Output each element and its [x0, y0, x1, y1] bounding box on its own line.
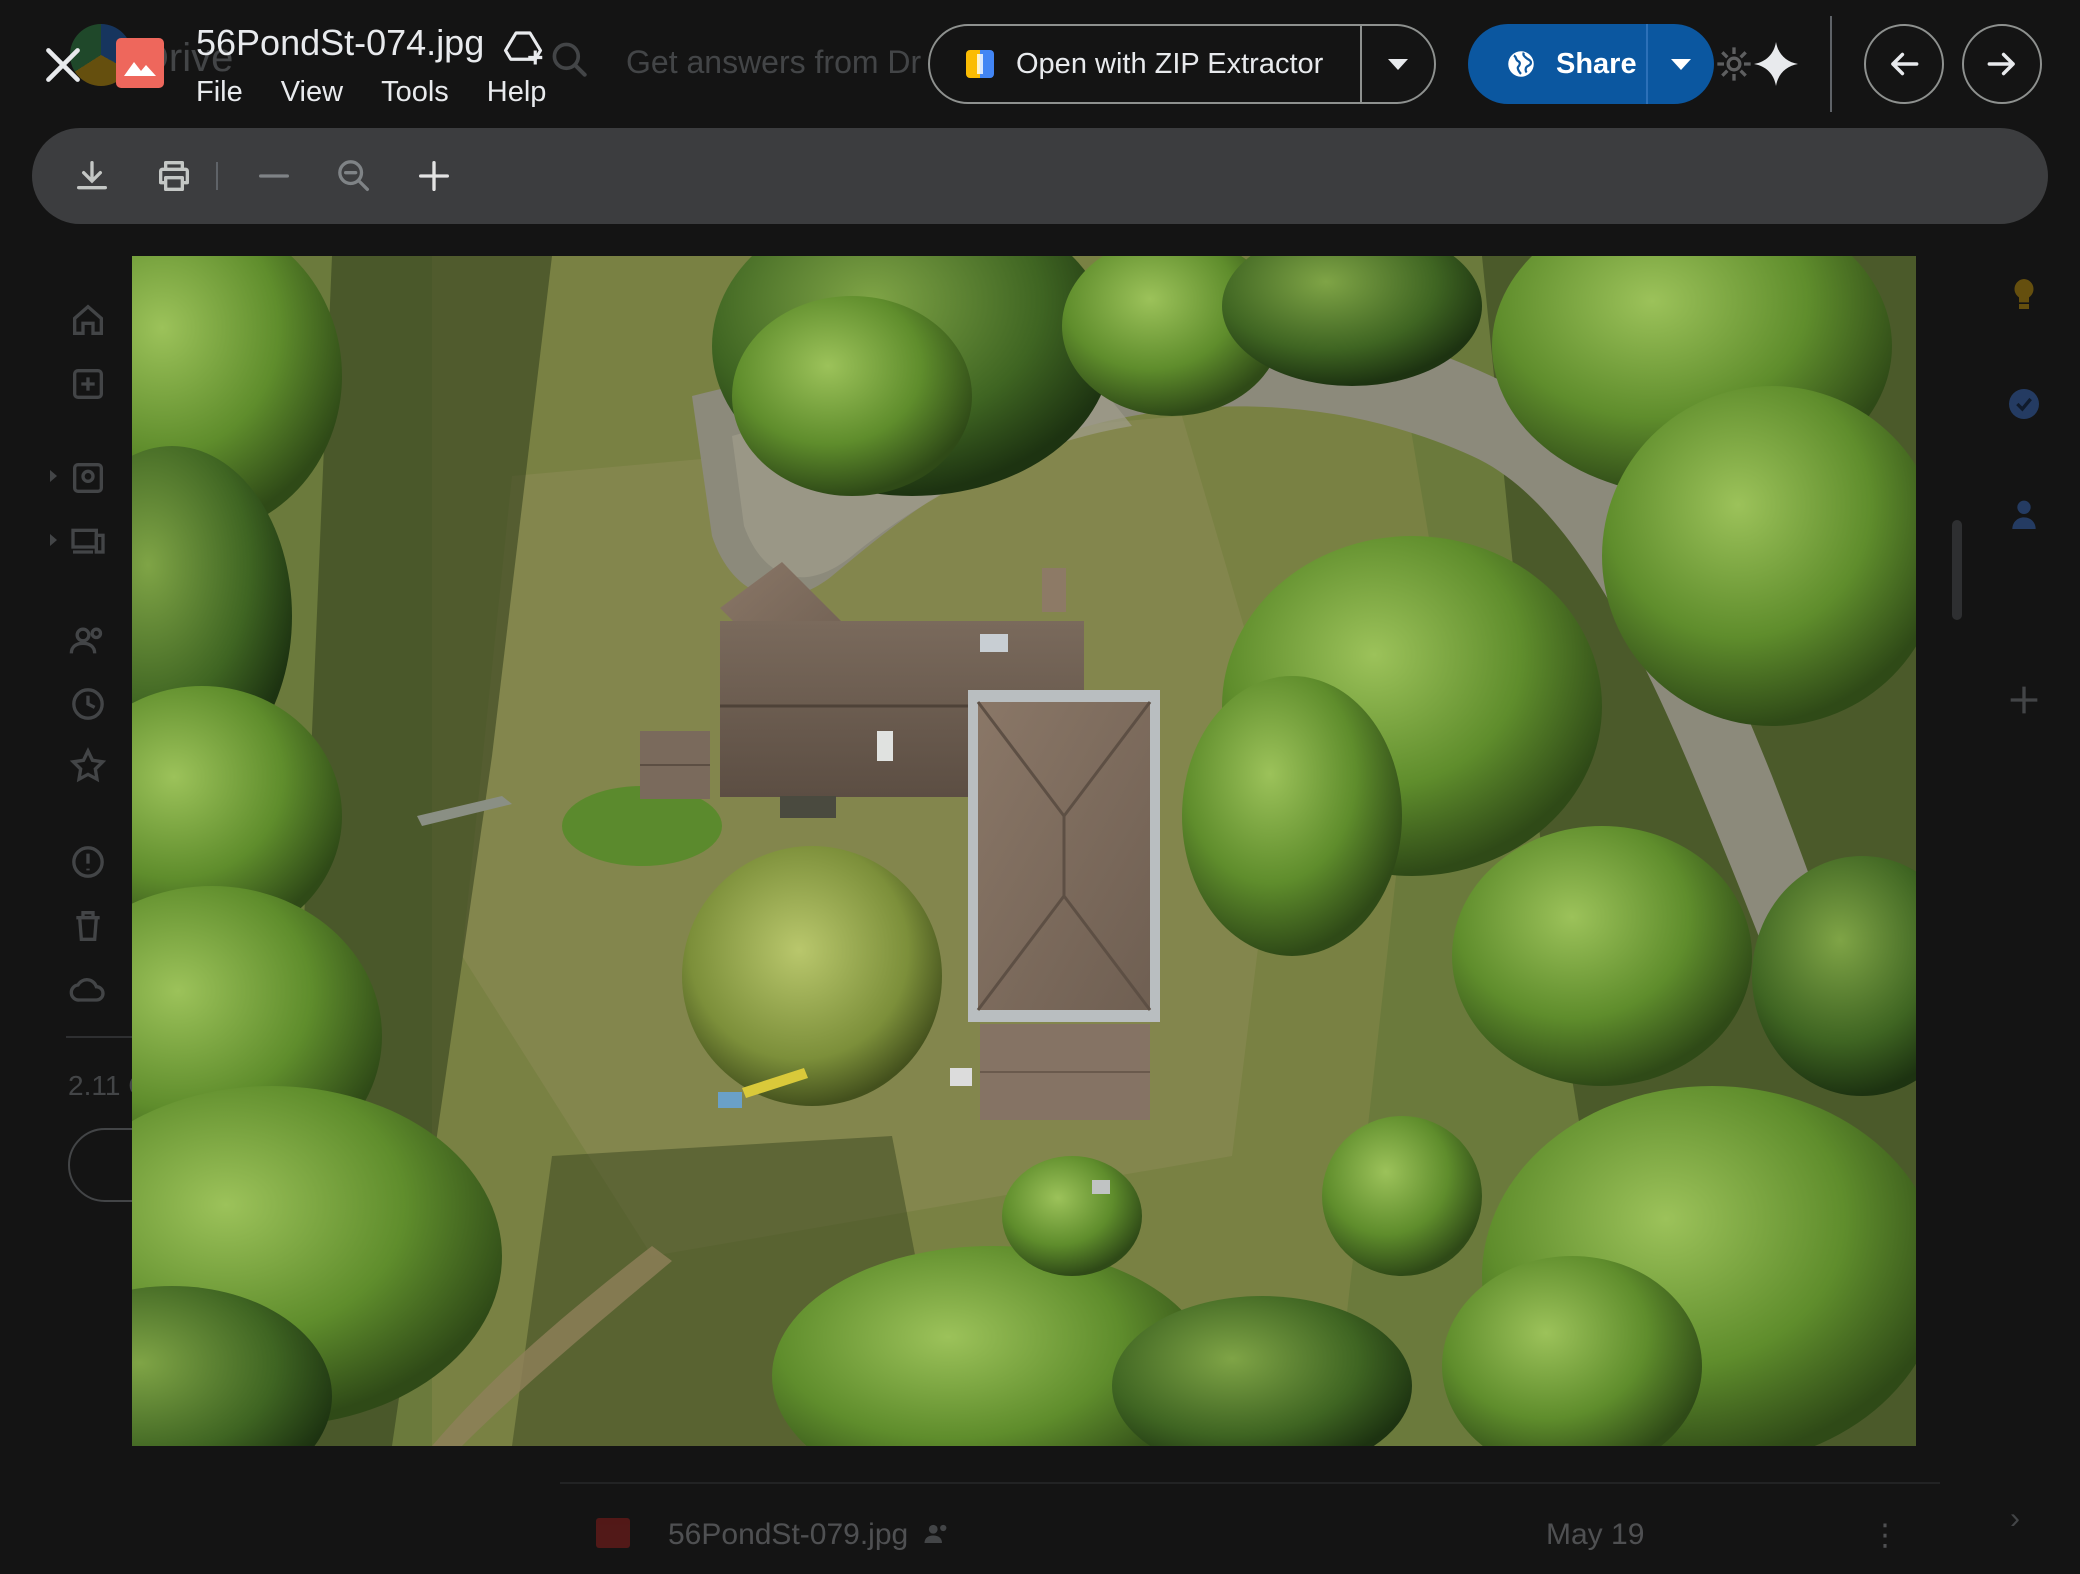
file-row-name: 56PondSt-079.jpg [668, 1518, 909, 1551]
shared-people-icon [920, 1518, 954, 1548]
arrow-left-icon [1891, 52, 1919, 76]
search-placeholder: Get answers from Dr [626, 44, 922, 80]
print-button[interactable] [148, 150, 200, 202]
zoom-reset-button[interactable] [328, 150, 380, 202]
minus-icon [259, 174, 289, 178]
caret-down-icon [1671, 58, 1691, 70]
computers-icon [68, 522, 108, 562]
my-drive-icon [68, 458, 108, 498]
menu-tools[interactable]: Tools [381, 76, 449, 109]
zoom-icon [338, 160, 369, 191]
search-icon [548, 38, 592, 82]
toolbar-divider [216, 162, 218, 190]
shared-with-me-icon [68, 620, 108, 660]
more-options-icon: ⋮ [1870, 1519, 1900, 1552]
print-icon [159, 161, 189, 191]
tasks-icon [2004, 384, 2044, 424]
close-viewer-button[interactable] [38, 40, 88, 90]
close-icon [46, 48, 80, 82]
file-row: 56PondSt-079.jpg May 19 ⋮ [560, 1502, 1940, 1566]
plus-icon [419, 161, 449, 191]
scrollbar [1952, 520, 1962, 620]
menu-view[interactable]: View [281, 76, 343, 109]
globe-icon [1504, 47, 1538, 81]
spam-icon [68, 842, 108, 882]
open-with-label: Open with ZIP Extractor [1016, 47, 1324, 80]
open-with-button[interactable]: Open with ZIP Extractor [930, 26, 1360, 102]
image-preview [132, 256, 1916, 1446]
gear-icon [1714, 44, 1754, 84]
download-icon [77, 161, 108, 190]
share-button[interactable]: Share [1468, 24, 1646, 104]
starred-icon [68, 746, 108, 786]
viewer-menu-bar: File View Tools Help [196, 76, 546, 109]
contacts-icon [2004, 494, 2044, 534]
share-label: Share [1556, 47, 1637, 80]
image-file-icon [596, 1518, 630, 1548]
caret-down-icon [1388, 58, 1408, 70]
storage-cloud-icon [68, 970, 108, 1010]
previous-file-button[interactable] [1864, 24, 1944, 104]
file-title: 56PondSt-074.jpg [196, 22, 485, 63]
expand-caret-icon [50, 470, 57, 482]
trash-icon [68, 906, 108, 946]
zoom-out-button[interactable] [248, 150, 300, 202]
keep-icon [2004, 274, 2044, 314]
arrow-right-icon [1987, 52, 2015, 76]
share-split-button: Share [1468, 24, 1714, 104]
row-divider [560, 1482, 1940, 1484]
image-file-icon [116, 38, 164, 88]
add-addon-icon [2004, 680, 2044, 720]
gemini-sparkle-icon[interactable] [1752, 40, 1800, 88]
viewer-toolbar [32, 128, 2048, 224]
add-to-drive-icon[interactable] [502, 26, 544, 68]
drive-file-viewer: Drive Get answers from Dr 2.11 G 56PondS… [0, 0, 2080, 1574]
share-dropdown-button[interactable] [1648, 24, 1714, 104]
activity-icon [68, 364, 108, 404]
header-divider [1830, 16, 1832, 112]
menu-help[interactable]: Help [487, 76, 547, 109]
zip-extractor-icon [966, 50, 994, 78]
chevron-right-icon: › [2010, 1502, 2020, 1535]
zoom-in-button[interactable] [408, 150, 460, 202]
next-file-button[interactable] [1962, 24, 2042, 104]
recent-icon [68, 684, 108, 724]
aerial-photo [132, 256, 1916, 1446]
file-row-date: May 19 [1546, 1518, 1645, 1551]
expand-caret-icon [50, 534, 57, 546]
home-icon [68, 300, 108, 340]
download-button[interactable] [66, 150, 118, 202]
open-with-dropdown-button[interactable] [1362, 26, 1434, 102]
open-with-split-button: Open with ZIP Extractor [928, 24, 1436, 104]
menu-file[interactable]: File [196, 76, 243, 109]
